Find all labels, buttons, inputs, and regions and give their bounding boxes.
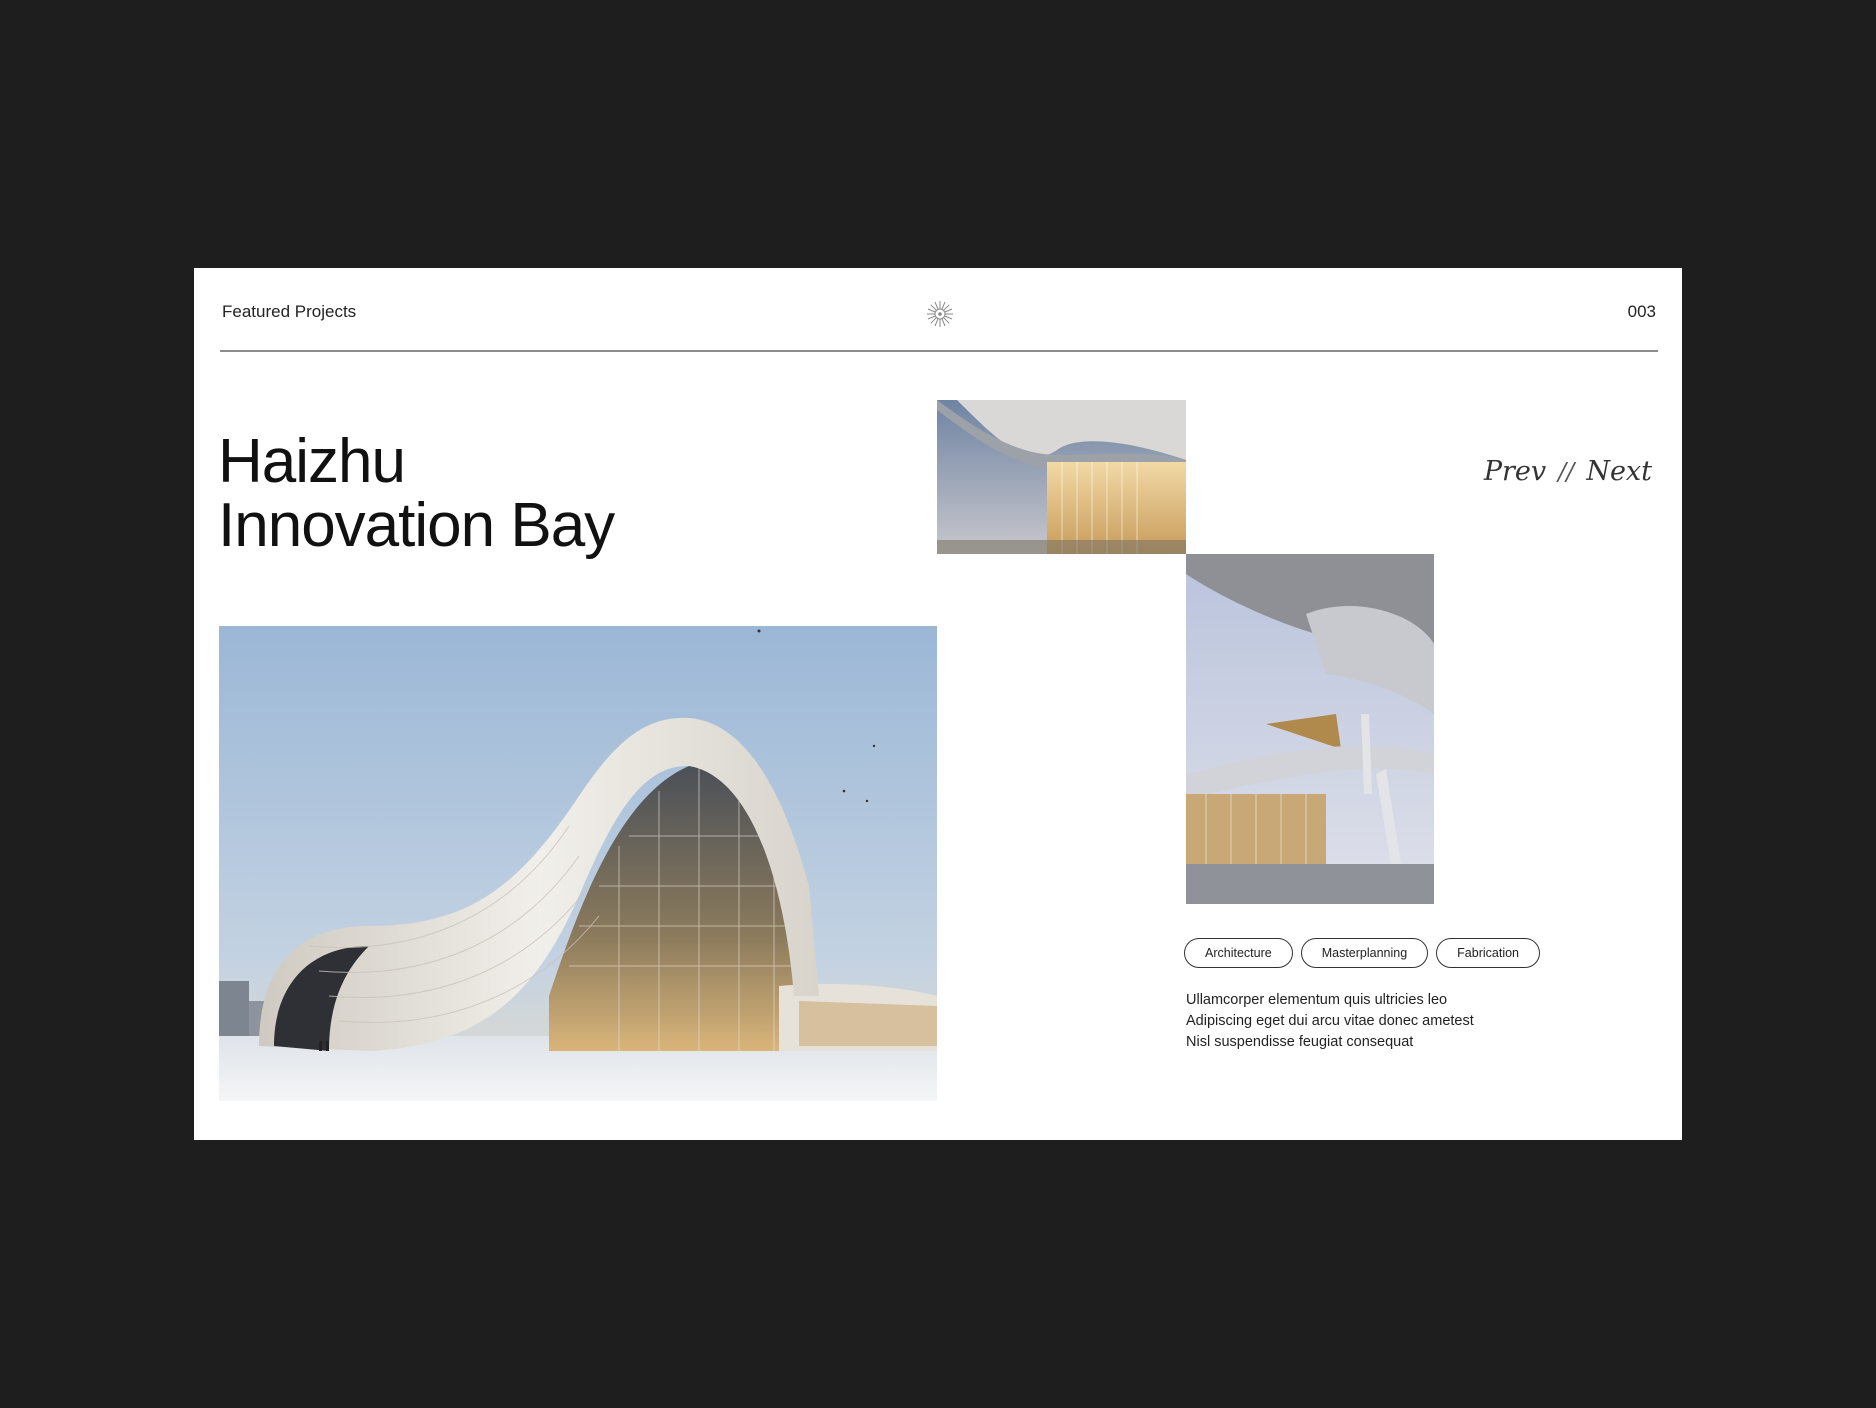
next-link[interactable]: Next [1586,456,1652,487]
detail-photo-cantilever [1186,554,1434,904]
project-title-line-1: Haizhu [218,427,406,496]
page-number: 003 [1627,302,1656,321]
prev-link[interactable]: Prev [1484,456,1546,487]
detail-photo-canopy [937,400,1186,554]
project-title: Haizhu Innovation Bay [218,427,615,560]
tag-fabrication[interactable]: Fabrication [1436,938,1541,968]
hero-building-photo [219,626,937,1101]
project-title-line-2: Innovation Bay [218,491,615,560]
description-line: Adipiscing eget dui arcu vitae donec ame… [1186,1013,1474,1029]
section-label: Featured Projects [222,302,357,321]
header-divider [220,350,1658,352]
pager: Prev // Next [1484,456,1652,487]
project-description: Ullamcorper elementum quis ultricies leo… [1186,990,1474,1053]
description-line: Ullamcorper elementum quis ultricies leo [1186,992,1448,1008]
sunburst-logo-icon [924,298,956,330]
tag-masterplanning[interactable]: Masterplanning [1300,938,1429,968]
tag-list: Architecture Masterplanning Fabrication [1184,938,1541,968]
pager-separator: // [1558,457,1575,486]
tag-architecture[interactable]: Architecture [1184,938,1293,968]
project-slide: Featured Projects 003 Haizhu Innovation … [194,268,1682,1140]
description-line: Nisl suspendisse feugiat consequat [1186,1034,1414,1050]
